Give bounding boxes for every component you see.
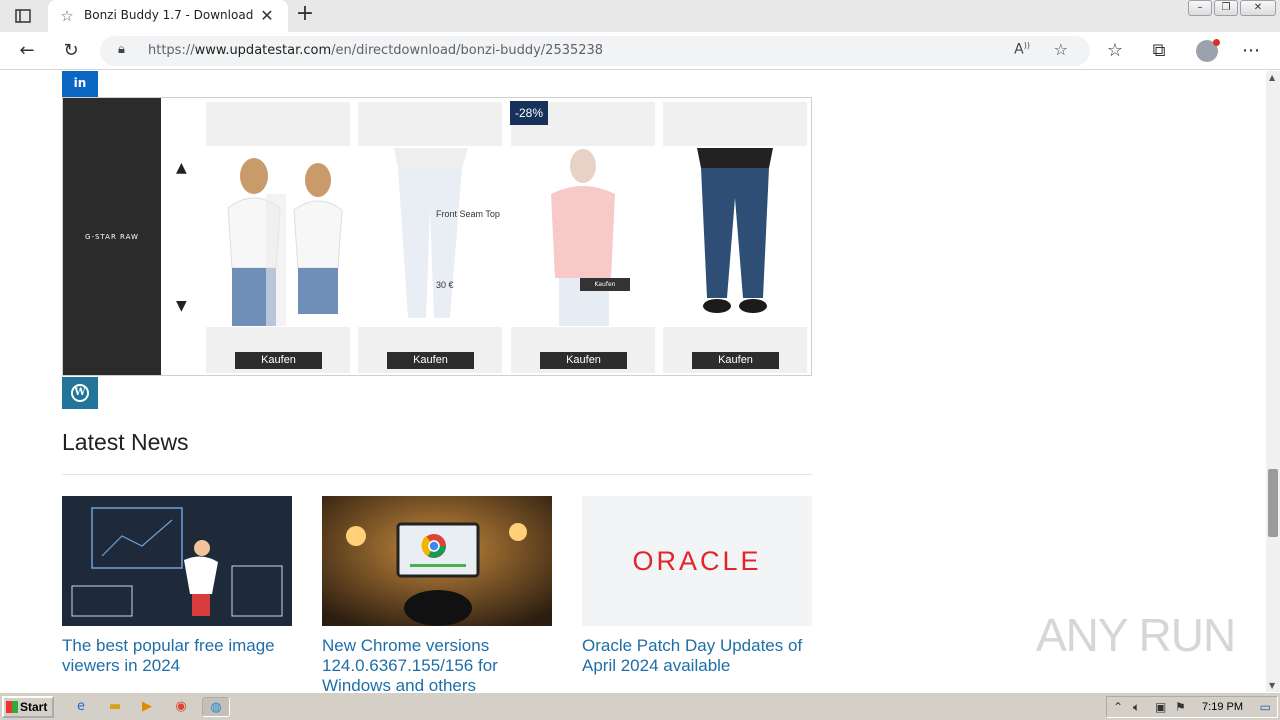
windows-logo-icon [6,701,18,713]
collections-icon[interactable]: ⧉ [1148,40,1170,62]
favorites-icon[interactable]: ☆ [1104,40,1126,62]
scroll-up-icon[interactable]: ▲ [1269,73,1275,82]
minimize-button[interactable]: – [1188,0,1212,16]
ad-brand-panel[interactable]: G-STAR RAW [63,98,161,375]
browser-toolbar: ← ↻ 🔒︎ https://www.updatestar.com/en/dir… [0,32,1280,70]
product-image [206,148,350,326]
page-viewport: in G-STAR RAW ▲ ▼ ▷ ✕ [0,71,1266,692]
news-headline-link[interactable]: New Chrome versions 124.0.6367.155/156 f… [322,636,552,692]
window-controls: – ❐ ✕ [1188,0,1276,18]
edge-icon[interactable]: ◍ [202,697,230,717]
ad-scroll-up-icon[interactable]: ▲ [176,160,187,176]
buy-button[interactable]: Kaufen [387,352,474,369]
tray-expand-icon[interactable]: ⌃ [1113,700,1123,714]
volume-icon[interactable]: 🔈︎ [1133,700,1140,715]
news-thumbnail-image[interactable] [322,496,552,626]
media-player-icon[interactable]: ▶ [136,697,158,717]
ad-product-card[interactable]: Kaufen [358,102,502,373]
profile-avatar[interactable] [1196,39,1220,62]
linkedin-share-button[interactable]: in [62,71,98,97]
advertisement[interactable]: G-STAR RAW ▲ ▼ ▷ ✕ Kaufen [62,97,812,376]
tab-strip: ☆ Bonzi Buddy 1.7 - Download ✕ + – ❐ ✕ [0,0,1280,32]
scrollbar-thumb[interactable] [1268,469,1278,537]
news-card[interactable]: The best popular free image viewers in 2… [62,496,292,676]
add-favorite-icon[interactable]: ☆ [1054,40,1068,59]
show-desktop-icon[interactable]: ▭ [1260,700,1271,714]
internet-explorer-icon[interactable]: e [70,697,92,717]
product-image [358,148,502,326]
news-headline-link[interactable]: Oracle Patch Day Updates of April 2024 a… [582,636,812,676]
file-explorer-icon[interactable]: ▬ [104,697,126,717]
card-top-bar [206,102,350,146]
discount-badge: -28% [510,101,548,125]
flag-icon[interactable]: ⚑ [1175,700,1186,714]
restore-button[interactable]: ❐ [1214,0,1238,16]
ad-scroll-down-icon[interactable]: ▼ [176,298,187,314]
system-tray: ⌃ 🔈︎ ▣ ⚑ 7:19 PM ▭ [1106,696,1278,718]
refresh-icon[interactable]: ↻ [60,40,82,62]
new-tab-button[interactable]: + [294,3,316,26]
tab-actions-icon[interactable] [14,8,32,24]
linkedin-icon: in [73,76,87,90]
product-image [663,148,807,326]
url-text: https://www.updatestar.com/en/directdown… [148,43,604,58]
ad-product-name: Front Seam Top [436,209,500,219]
oracle-logo: ORACLE [632,545,762,576]
buy-button[interactable]: Kaufen [692,352,779,369]
news-thumbnail-image[interactable] [62,496,292,626]
news-headline-link[interactable]: The best popular free image viewers in 2… [62,636,292,676]
lock-icon[interactable]: 🔒︎ [118,42,125,57]
back-icon[interactable]: ← [16,40,38,62]
ad-brand-logo: G-STAR RAW [85,232,139,241]
read-aloud-icon[interactable]: A)) [1014,41,1030,58]
product-image [511,148,655,326]
more-menu-icon[interactable]: ⋯ [1240,40,1262,62]
tab-title: Bonzi Buddy 1.7 - Download [84,8,254,22]
active-tab[interactable]: ☆ Bonzi Buddy 1.7 - Download ✕ [48,0,288,32]
ad-product-card[interactable]: Kaufen [663,102,807,373]
card-top-bar [663,102,807,146]
network-icon[interactable]: ▣ [1155,700,1166,714]
news-card[interactable]: ORACLE Oracle Patch Day Updates of April… [582,496,812,676]
divider [62,474,812,475]
latest-news-heading: Latest News [62,429,189,455]
news-card[interactable]: New Chrome versions 124.0.6367.155/156 f… [322,496,552,692]
news-thumbnail-image[interactable]: ORACLE [582,496,812,626]
buy-button[interactable]: Kaufen [235,352,322,369]
ad-product-price: 30 € [436,280,454,290]
close-window-button[interactable]: ✕ [1240,0,1276,16]
page-scrollbar[interactable]: ▲ ▼ [1266,71,1280,692]
favicon-icon: ☆ [60,7,74,25]
card-top-bar [358,102,502,146]
close-tab-icon[interactable]: ✕ [258,6,276,25]
chrome-icon[interactable]: ◉ [170,697,192,717]
buy-button[interactable]: Kaufen [540,352,627,369]
start-label: Start [20,700,48,714]
start-button[interactable]: Start [2,696,54,718]
scroll-down-icon[interactable]: ▼ [1269,681,1275,690]
wordpress-share-button[interactable]: W [62,377,98,409]
wordpress-icon: W [71,384,89,402]
clock[interactable]: 7:19 PM [1202,701,1243,713]
ad-product-card[interactable]: Kaufen [511,102,655,373]
anyrun-watermark: ANY RUN [1036,609,1236,661]
address-bar[interactable]: 🔒︎ https://www.updatestar.com/en/directd… [100,36,1090,66]
ad-product-card[interactable]: Kaufen [206,102,350,373]
mini-buy-button[interactable]: Kaufen [580,278,630,291]
taskbar: Start e ▬ ▶ ◉ ◍ ⌃ 🔈︎ ▣ ⚑ 7:19 PM ▭ [0,692,1280,720]
